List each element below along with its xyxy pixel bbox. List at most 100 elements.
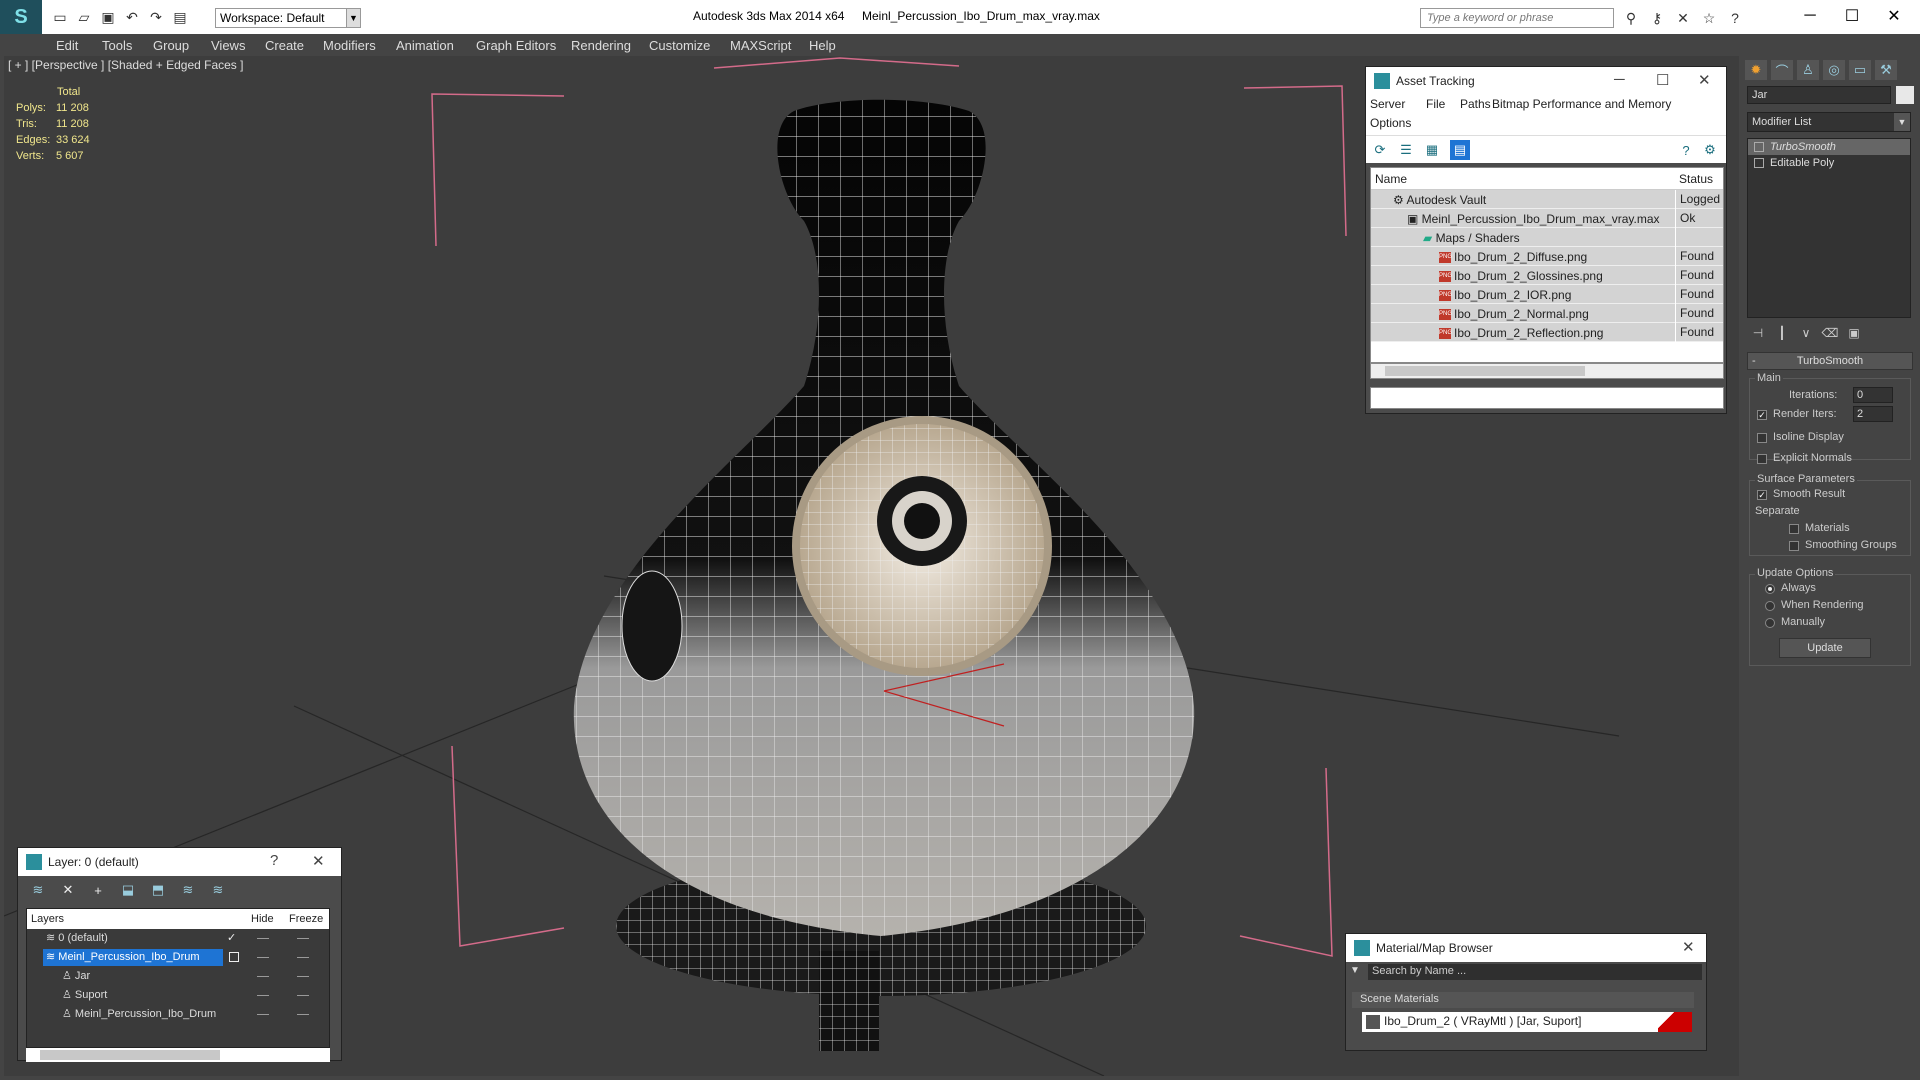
- delete-layer-icon[interactable]: ✕: [58, 881, 78, 899]
- scene-materials-section[interactable]: Scene Materials: [1352, 992, 1694, 1008]
- table-row[interactable]: ≋ Meinl_Percussion_Ibo_Drum: [27, 948, 329, 967]
- freeze-toggle[interactable]: [297, 938, 309, 939]
- freeze-toggle[interactable]: [297, 1014, 309, 1015]
- select-objects-icon[interactable]: ⬓: [118, 881, 138, 899]
- col-hide[interactable]: Hide: [251, 913, 274, 925]
- create-tab-icon[interactable]: ✹: [1745, 60, 1767, 80]
- viewport-label[interactable]: [ + ] [Perspective ] [Shaded + Edged Fac…: [8, 58, 243, 72]
- star-icon[interactable]: ☆: [1698, 8, 1720, 28]
- table-row[interactable]: ♙ Suport: [27, 986, 329, 1005]
- pin-stack-icon[interactable]: ⊣: [1749, 324, 1767, 342]
- current-layer-check-icon[interactable]: ✓: [227, 931, 236, 944]
- table-row[interactable]: ≋ 0 (default) ✓: [27, 929, 329, 948]
- app-logo-icon[interactable]: S: [0, 0, 42, 34]
- iterations-spinner[interactable]: 0: [1853, 387, 1893, 403]
- col-layers[interactable]: Layers: [31, 913, 64, 925]
- show-end-result-icon[interactable]: ┃: [1773, 324, 1791, 342]
- menu-animation[interactable]: Animation: [396, 38, 454, 53]
- motion-tab-icon[interactable]: ◎: [1823, 60, 1845, 80]
- table-row[interactable]: ⚙ Autodesk Vault Logged O: [1371, 190, 1723, 225]
- menu-rendering[interactable]: Rendering: [571, 38, 631, 53]
- binoculars-icon[interactable]: ⚲: [1620, 8, 1642, 28]
- rollout-header[interactable]: - TurboSmooth: [1747, 352, 1913, 370]
- remove-modifier-icon[interactable]: ⌫: [1821, 324, 1839, 342]
- menu-group[interactable]: Group: [153, 38, 189, 53]
- help-icon[interactable]: ?: [1676, 140, 1696, 160]
- smooth-result-checkbox[interactable]: ✓: [1757, 490, 1767, 500]
- table-row[interactable]: ♙ Jar: [27, 967, 329, 986]
- close-icon[interactable]: ✕: [1698, 71, 1711, 89]
- utilities-tab-icon[interactable]: ⚒: [1875, 60, 1897, 80]
- new-layer-icon[interactable]: ≋: [28, 881, 48, 899]
- menu-edit[interactable]: Edit: [56, 38, 78, 53]
- modifier-list-dropdown[interactable]: Modifier List ▼: [1747, 112, 1911, 132]
- save-icon[interactable]: ▣: [98, 7, 118, 27]
- hide-toggle[interactable]: [257, 957, 269, 958]
- freeze-all-icon[interactable]: ≋: [208, 881, 228, 899]
- menu-maxscript[interactable]: MAXScript: [730, 38, 791, 53]
- menu-server[interactable]: Server: [1370, 97, 1405, 111]
- set-current-box[interactable]: [229, 952, 239, 962]
- maximize-button[interactable]: ☐: [1832, 4, 1872, 28]
- menu-file[interactable]: File: [1426, 97, 1445, 111]
- open-file-icon[interactable]: ▱: [74, 7, 94, 27]
- object-name-field[interactable]: Jar: [1747, 86, 1891, 104]
- material-browser-titlebar[interactable]: Material/Map Browser ✕: [1346, 934, 1706, 962]
- layer-window-titlebar[interactable]: Layer: 0 (default) ? ✕: [18, 848, 341, 876]
- asset-table-scrollbar[interactable]: [1370, 363, 1724, 379]
- material-item[interactable]: Ibo_Drum_2 ( VRayMtl ) [Jar, Suport]: [1362, 1012, 1692, 1032]
- menu-bitmap-performance[interactable]: Bitmap Performance and Memory: [1492, 97, 1671, 111]
- layer-table-scrollbar[interactable]: [26, 1048, 330, 1062]
- table-row[interactable]: PNG Ibo_Drum_2_IOR.png Found: [1371, 285, 1723, 304]
- signin-icon[interactable]: ✕: [1672, 8, 1694, 28]
- object-color-swatch[interactable]: [1896, 86, 1914, 104]
- chevron-down-icon[interactable]: ▼: [346, 9, 360, 27]
- configure-sets-icon[interactable]: ▣: [1845, 324, 1863, 342]
- col-status[interactable]: Status: [1679, 172, 1713, 186]
- list-view-icon[interactable]: ☰: [1396, 140, 1416, 160]
- table-row[interactable]: ▣ Meinl_Percussion_Ibo_Drum_max_vray.max…: [1371, 209, 1723, 228]
- menu-graph-editors[interactable]: Graph Editors: [476, 38, 556, 53]
- table-row[interactable]: ♙ Meinl_Percussion_Ibo_Drum: [27, 1005, 329, 1024]
- freeze-toggle[interactable]: [297, 957, 309, 958]
- stack-item-editable-poly[interactable]: Editable Poly: [1748, 155, 1910, 171]
- modify-tab-icon[interactable]: ⌒: [1771, 60, 1793, 80]
- when-rendering-radio[interactable]: [1765, 601, 1775, 611]
- asset-tracking-titlebar[interactable]: Asset Tracking ─ ☐ ✕: [1366, 67, 1726, 95]
- table-view-icon[interactable]: ▤: [1450, 140, 1470, 160]
- refresh-icon[interactable]: ⟳: [1370, 140, 1390, 160]
- menu-modifiers[interactable]: Modifiers: [323, 38, 376, 53]
- menu-tools[interactable]: Tools: [102, 38, 132, 53]
- update-button[interactable]: Update: [1779, 638, 1871, 658]
- hierarchy-tab-icon[interactable]: ♙: [1797, 60, 1819, 80]
- menu-options[interactable]: Options: [1370, 116, 1411, 130]
- help-search-input[interactable]: Type a keyword or phrase: [1420, 8, 1614, 28]
- add-to-layer-icon[interactable]: +: [88, 881, 108, 899]
- key-icon[interactable]: ⚷: [1646, 8, 1668, 28]
- help-icon[interactable]: ?: [270, 852, 278, 869]
- thumbnail-view-icon[interactable]: ▦: [1422, 140, 1442, 160]
- col-name[interactable]: Name: [1375, 172, 1407, 186]
- hide-toggle[interactable]: [257, 938, 269, 939]
- table-row[interactable]: PNG Ibo_Drum_2_Diffuse.png Found: [1371, 247, 1723, 266]
- maximize-icon[interactable]: ☐: [1656, 71, 1669, 89]
- table-row[interactable]: PNG Ibo_Drum_2_Reflection.png Found: [1371, 323, 1723, 342]
- explicit-normals-checkbox[interactable]: [1757, 454, 1767, 464]
- select-layer-icon[interactable]: ⬒: [148, 881, 168, 899]
- menu-create[interactable]: Create: [265, 38, 304, 53]
- chevron-down-icon[interactable]: ▼: [1894, 113, 1910, 131]
- undo-icon[interactable]: ↶: [122, 7, 142, 27]
- menu-help[interactable]: Help: [809, 38, 836, 53]
- hide-toggle[interactable]: [257, 976, 269, 977]
- col-freeze[interactable]: Freeze: [289, 913, 323, 925]
- redo-icon[interactable]: ↷: [146, 7, 166, 27]
- project-folder-icon[interactable]: ▤: [170, 7, 190, 27]
- table-row[interactable]: ▰ Maps / Shaders: [1371, 228, 1723, 247]
- close-icon[interactable]: ✕: [1682, 938, 1695, 956]
- hide-all-icon[interactable]: ≋: [178, 881, 198, 899]
- menu-paths[interactable]: Paths: [1460, 97, 1491, 111]
- hide-toggle[interactable]: [257, 995, 269, 996]
- manually-radio[interactable]: [1765, 618, 1775, 628]
- help-icon[interactable]: ?: [1724, 8, 1746, 28]
- material-search-input[interactable]: Search by Name ...: [1368, 964, 1702, 980]
